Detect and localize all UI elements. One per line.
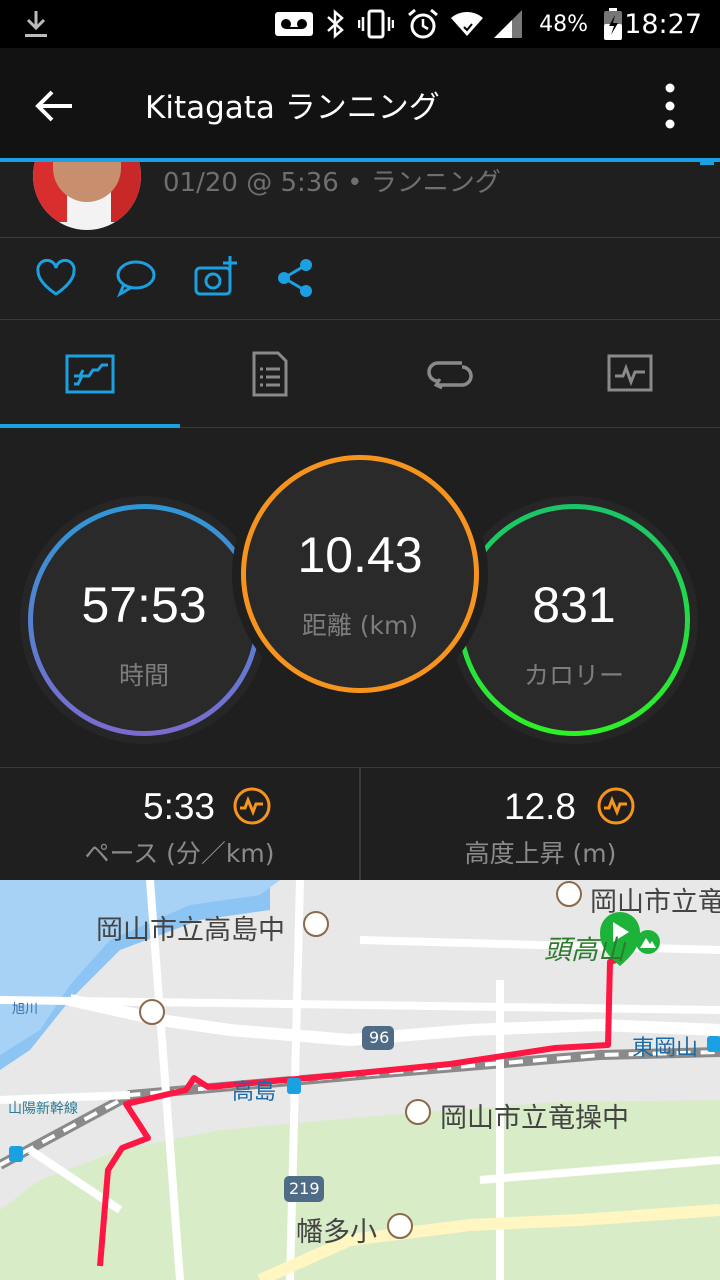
distance-label: 距離 (km)	[301, 611, 419, 640]
school-icon	[303, 911, 329, 937]
battery-charging-icon	[602, 0, 624, 48]
heart-icon[interactable]	[32, 254, 80, 302]
route-96-label: 96	[369, 1028, 390, 1047]
route-map[interactable]: 岡山市立高島中 岡山市立竜操中 岡山市立竜 高島 東岡山 幡多小 頭高山 山陽新…	[0, 880, 720, 1280]
share-icon[interactable]	[272, 254, 320, 302]
route-219-label: 219	[289, 1179, 320, 1198]
activity-tabs	[0, 320, 720, 428]
time-ring: 57:53 時間	[20, 496, 268, 744]
download-icon	[22, 0, 50, 48]
summary-stats: 57:53 時間 831 カロリー 10.43 距離 (km)	[0, 428, 720, 768]
page-title: Kitagata ランニング	[145, 89, 440, 126]
time-label: 時間	[118, 661, 169, 690]
map-label-rail: 山陽新幹線	[8, 1101, 78, 1117]
activity-meta: 01/20 @ 5:36 • ランニング	[163, 168, 501, 198]
comment-icon[interactable]	[112, 254, 160, 302]
distance-value: 10.43	[297, 527, 423, 583]
voicemail-icon	[274, 0, 314, 48]
avatar[interactable]	[33, 162, 141, 230]
add-photo-icon[interactable]	[192, 254, 240, 302]
pace-value: 5:33	[143, 786, 216, 827]
map-label-school: 岡山市立竜	[590, 887, 720, 918]
map-label-station: 東岡山	[632, 1036, 699, 1061]
stats-list-icon	[252, 351, 288, 397]
arrow-left-icon[interactable]	[28, 78, 84, 134]
map-label-mountain: 頭高山	[544, 935, 625, 966]
activity-header: 01/20 @ 5:36 • ランニング	[0, 162, 720, 238]
map-label-river: 旭川	[12, 1002, 39, 1017]
elevation-stat[interactable]: 12.8 高度上昇 (m)	[361, 768, 720, 880]
wifi-icon	[450, 0, 484, 48]
tab-laps[interactable]	[360, 320, 540, 428]
insight-icon	[232, 786, 272, 826]
school-icon	[405, 1099, 431, 1125]
sub-stats: 5:33 ペース (分／km) 12.8 高度上昇 (m)	[0, 768, 720, 880]
bluetooth-icon	[324, 0, 346, 48]
calories-label: カロリー	[523, 661, 624, 690]
social-actions	[0, 238, 720, 320]
distance-ring: 10.43 距離 (km)	[232, 446, 488, 702]
school-icon	[556, 881, 582, 907]
time-value: 57:53	[81, 577, 207, 633]
collapse-indicator	[700, 162, 714, 165]
laps-icon	[427, 361, 473, 390]
status-bar: 48% 18:27	[0, 0, 720, 48]
vibrate-icon	[358, 0, 394, 48]
alarm-icon	[406, 0, 440, 48]
pace-label: ペース (分／km)	[84, 839, 275, 868]
pace-stat[interactable]: 5:33 ペース (分／km)	[0, 768, 359, 880]
insight-icon	[596, 786, 636, 826]
station-icon	[287, 1078, 301, 1094]
more-vertical-icon[interactable]	[658, 78, 682, 134]
overview-icon	[65, 354, 115, 394]
map-label-school: 岡山市立竜操中	[440, 1103, 629, 1134]
station-icon	[707, 1036, 720, 1052]
station-icon	[9, 1146, 23, 1162]
map-label-station: 高島	[232, 1080, 277, 1105]
tab-charts[interactable]	[540, 320, 720, 428]
tab-overview[interactable]	[0, 320, 180, 428]
elevation-label: 高度上昇 (m)	[464, 839, 617, 868]
school-icon	[139, 999, 165, 1025]
clock: 18:27	[624, 8, 702, 40]
elevation-value: 12.8	[504, 786, 577, 827]
app-bar: Kitagata ランニング	[0, 48, 720, 160]
charts-icon	[607, 354, 653, 392]
school-icon	[387, 1213, 413, 1239]
signal-icon	[492, 0, 524, 48]
battery-percent: 48%	[539, 11, 588, 37]
map-label-school: 幡多小	[296, 1217, 377, 1248]
map-label-school: 岡山市立高島中	[96, 915, 285, 946]
tab-stats[interactable]	[180, 320, 360, 428]
